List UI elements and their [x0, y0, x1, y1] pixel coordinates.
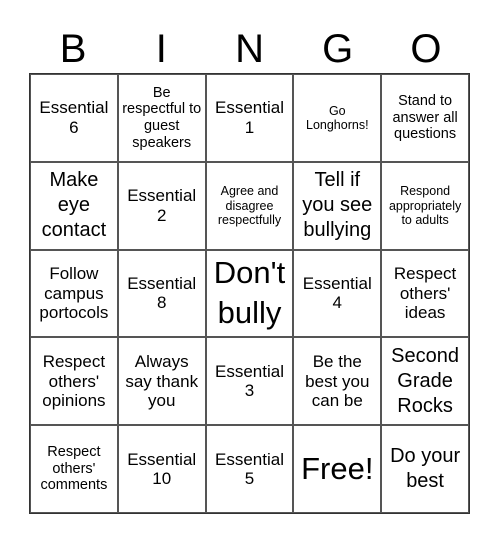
bingo-cell[interactable]: Be the best you can be: [293, 337, 382, 426]
free-space-cell[interactable]: Free!: [293, 425, 382, 513]
header-letter-o: O: [410, 27, 442, 71]
bingo-cell[interactable]: Respond appropriately to adults: [381, 161, 469, 250]
bingo-cell[interactable]: Respect others' opinions: [30, 337, 118, 426]
bingo-cell[interactable]: Follow campus portocols: [30, 249, 118, 338]
bingo-cell[interactable]: Essential 8: [117, 249, 206, 338]
bingo-cell[interactable]: Respect others' comments: [30, 425, 118, 513]
header-letter-n: N: [235, 27, 264, 71]
bingo-cell[interactable]: Tell if you see bullying: [293, 161, 382, 250]
bingo-header: B I N G O: [29, 24, 470, 74]
bingo-cell[interactable]: Essential 10: [117, 425, 206, 513]
bingo-cell[interactable]: Stand to answer all questions: [381, 74, 469, 162]
bingo-cell[interactable]: Agree and disagree respectfully: [205, 161, 294, 250]
bingo-cell[interactable]: Essential 4: [293, 249, 382, 338]
bingo-cell[interactable]: Essential 1: [205, 74, 294, 162]
bingo-cell[interactable]: Don't bully: [205, 249, 294, 338]
bingo-cell[interactable]: Essential 3: [205, 337, 294, 426]
bingo-cell[interactable]: Essential 2: [117, 161, 206, 250]
header-letter-b: B: [59, 27, 87, 71]
bingo-cell[interactable]: Be respectful to guest speakers: [117, 74, 206, 162]
bingo-cell[interactable]: Go Longhorns!: [293, 74, 382, 162]
header-letter-i: I: [155, 27, 167, 71]
bingo-board: Essential 6 Be respectful to guest speak…: [29, 73, 470, 514]
bingo-cell[interactable]: Second Grade Rocks: [381, 337, 469, 426]
bingo-cell[interactable]: Essential 5: [205, 425, 294, 513]
header-letter-g: G: [322, 27, 354, 71]
bingo-cell[interactable]: Make eye contact: [30, 161, 118, 250]
bingo-cell[interactable]: Essential 6: [30, 74, 118, 162]
bingo-cell[interactable]: Respect others' ideas: [381, 249, 469, 338]
bingo-cell[interactable]: Do your best: [381, 425, 469, 513]
bingo-cell[interactable]: Always say thank you: [117, 337, 206, 426]
